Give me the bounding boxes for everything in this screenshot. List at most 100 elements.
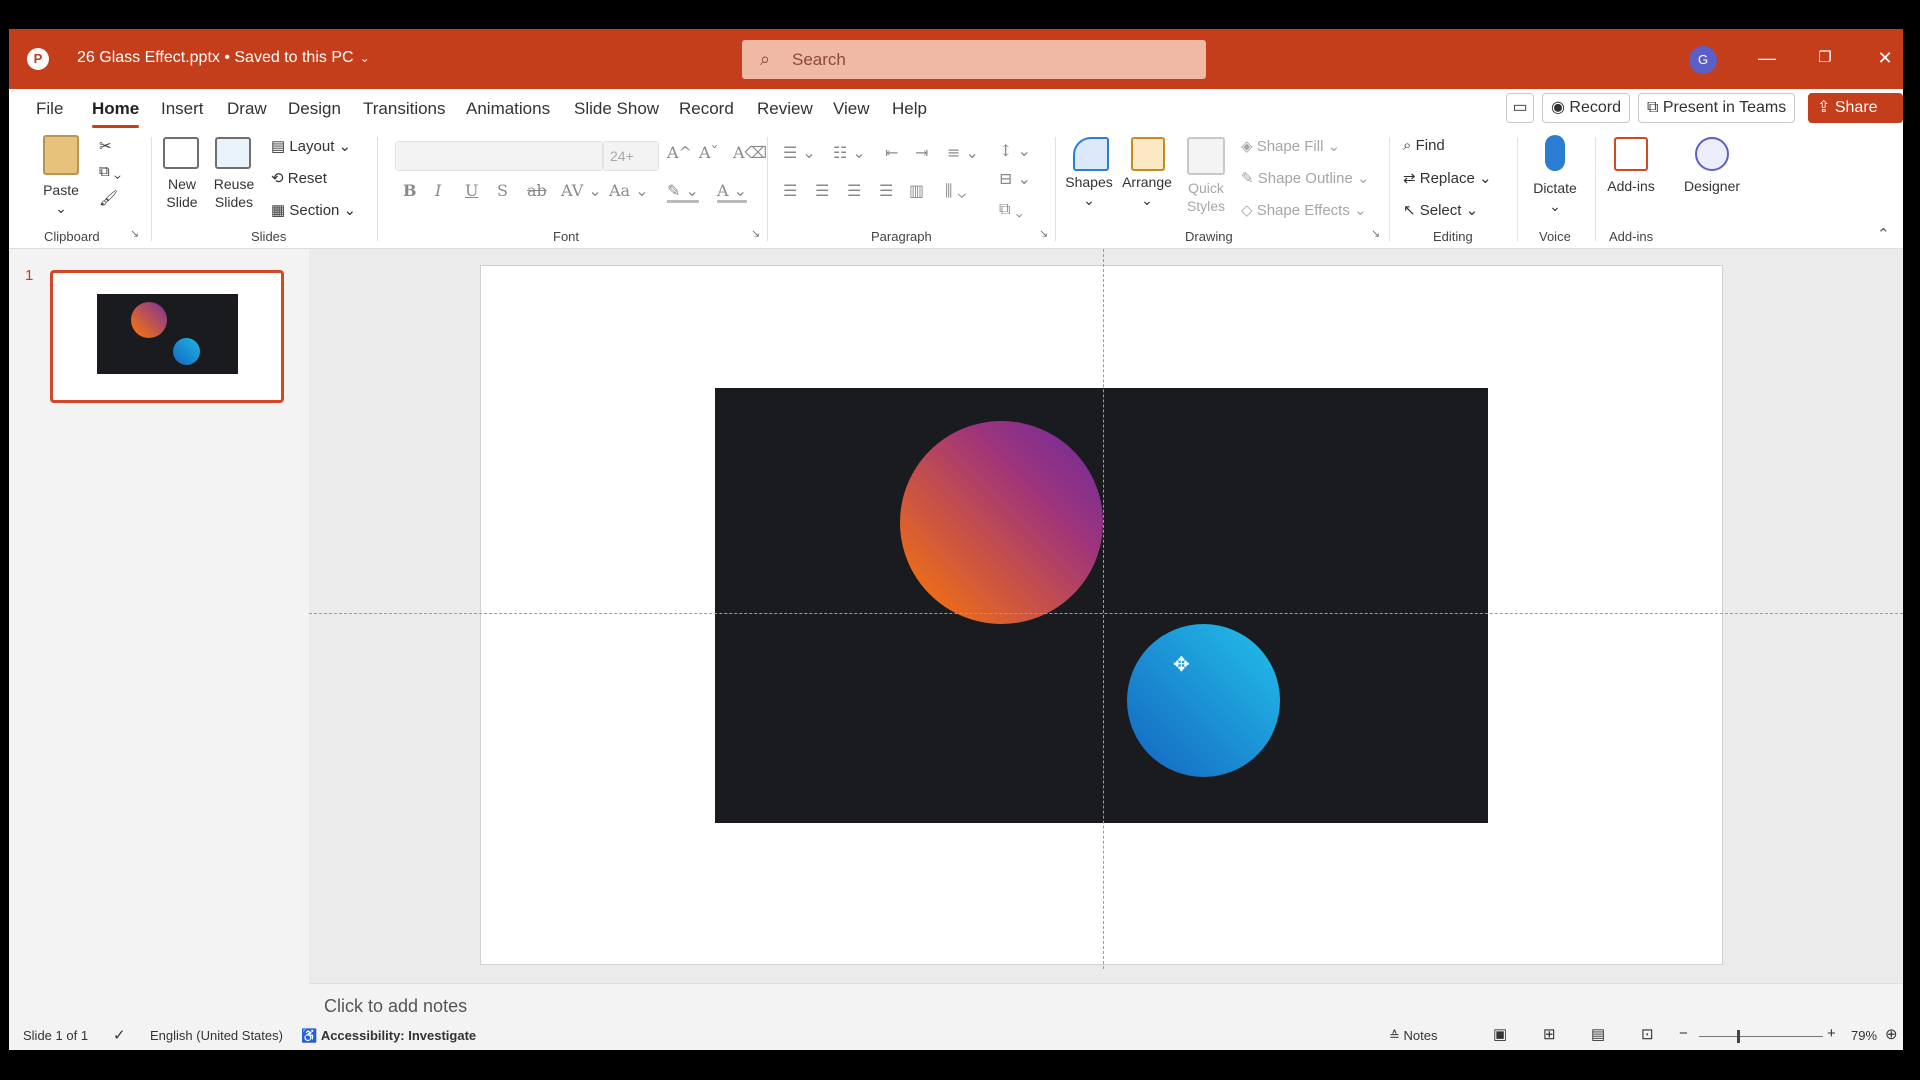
minimize-icon[interactable]: — (1747, 43, 1787, 73)
text-direction-icon[interactable]: ↕ ⌄ (999, 141, 1031, 160)
fit-to-window-icon[interactable]: ⊕ (1885, 1025, 1898, 1043)
spellcheck-icon[interactable]: ✓ (113, 1026, 126, 1044)
tab-draw[interactable]: Draw (227, 99, 267, 119)
font-launcher-icon[interactable]: ↘ (751, 227, 760, 240)
tab-animations[interactable]: Animations (466, 99, 550, 119)
arrange-button[interactable]: Arrange ⌄ (1117, 173, 1177, 209)
zoom-slider-thumb[interactable] (1737, 1030, 1740, 1043)
numbering-icon[interactable]: ☷ ⌄ (833, 143, 866, 162)
reuse-slides-button[interactable]: Reuse Slides (211, 175, 257, 211)
paste-button[interactable]: Paste ⌄ (39, 181, 83, 217)
underline-icon[interactable]: U (465, 181, 478, 200)
font-size-dropdown[interactable]: 24+ (603, 141, 659, 171)
shapes-button[interactable]: Shapes ⌄ (1063, 173, 1115, 209)
dark-background-rectangle[interactable]: ✥ (715, 388, 1488, 823)
align-right-icon[interactable]: ☰ (847, 181, 861, 200)
accessibility-status[interactable]: ♿ Accessibility: Investigate (301, 1028, 476, 1044)
paragraph-launcher-icon[interactable]: ↘ (1039, 227, 1048, 240)
section-button[interactable]: ▦ Section ⌄ (271, 201, 356, 219)
tab-insert[interactable]: Insert (161, 99, 204, 119)
zoom-out-icon[interactable]: − (1679, 1025, 1688, 1042)
shape-outline-button[interactable]: ✎ Shape Outline ⌄ (1241, 169, 1370, 187)
font-color-icon[interactable]: A ⌄ (717, 181, 748, 203)
close-icon[interactable]: ✕ (1865, 43, 1903, 73)
zoom-slider[interactable] (1699, 1036, 1823, 1037)
orange-purple-circle[interactable] (900, 421, 1103, 624)
blue-circle[interactable] (1127, 624, 1280, 777)
character-spacing-icon[interactable]: AV ⌄ (561, 181, 602, 200)
quick-styles-icon (1187, 137, 1225, 175)
slide-thumbnail-1[interactable] (50, 270, 284, 403)
tab-record[interactable]: Record (679, 99, 734, 119)
new-slide-button[interactable]: New Slide (157, 175, 207, 211)
tab-slide-show[interactable]: Slide Show (574, 99, 659, 119)
shape-fill-button[interactable]: ◈ Shape Fill ⌄ (1241, 137, 1340, 155)
dictate-button[interactable]: Dictate ⌄ (1525, 179, 1585, 215)
avatar[interactable]: G (1689, 46, 1717, 74)
zoom-level[interactable]: 79% (1851, 1028, 1877, 1043)
designer-button[interactable]: Designer (1673, 177, 1751, 195)
add-ins-button[interactable]: Add-ins (1601, 177, 1661, 195)
language-status[interactable]: English (United States) (150, 1028, 283, 1043)
slide-sorter-icon[interactable]: ⊞ (1543, 1025, 1556, 1043)
normal-view-icon[interactable]: ▣ (1493, 1025, 1507, 1043)
bullets-icon[interactable]: ☰ ⌄ (783, 143, 816, 162)
document-title[interactable]: 26 Glass Effect.pptx • Saved to this PC ⌄ (77, 49, 370, 67)
layout-button[interactable]: ▤ Layout ⌄ (271, 137, 351, 155)
present-in-teams-button[interactable]: ⧉ Present in Teams (1638, 93, 1796, 123)
cut-icon[interactable]: ✂ (99, 137, 112, 155)
tab-transitions[interactable]: Transitions (363, 99, 446, 119)
clipboard-launcher-icon[interactable]: ↘ (130, 227, 139, 240)
search-box[interactable]: ⌕ Search (742, 40, 1206, 79)
clear-formatting-icon[interactable]: A⌫ (733, 143, 767, 162)
smartart-icon[interactable]: ⧉ ⌄ (999, 199, 1023, 219)
font-size-value: 24+ (610, 148, 634, 164)
align-text-icon[interactable]: ⊟ ⌄ (999, 169, 1031, 188)
format-painter-icon[interactable]: 🖌 (99, 189, 118, 207)
record-button[interactable]: ◉ Record (1542, 93, 1630, 123)
replace-button[interactable]: ⇄ Replace ⌄ (1403, 169, 1492, 187)
notes-toggle-button[interactable]: ≙ Notes (1389, 1028, 1437, 1044)
align-center-icon[interactable]: ☰ (815, 181, 829, 200)
zoom-in-icon[interactable]: + (1827, 1025, 1836, 1042)
slide-show-icon[interactable]: ⊡ (1641, 1025, 1654, 1043)
tab-review[interactable]: Review (757, 99, 813, 119)
find-button[interactable]: ⌕ Find (1403, 137, 1445, 154)
tab-file[interactable]: File (36, 99, 63, 119)
decrease-indent-icon[interactable]: ⇤ (885, 143, 898, 162)
columns-icon[interactable]: ⫼ ⌄ (945, 181, 966, 201)
tab-help[interactable]: Help (892, 99, 927, 119)
justify-icon[interactable]: ☰ (879, 181, 893, 200)
tab-view[interactable]: View (833, 99, 870, 119)
line-spacing-icon[interactable]: ≡ ⌄ (947, 143, 979, 162)
move-cursor-icon: ✥ (1173, 654, 1190, 676)
change-case-icon[interactable]: Aa ⌄ (609, 181, 649, 200)
restore-icon[interactable]: ❐ (1805, 43, 1845, 73)
shape-effects-button[interactable]: ◇ Shape Effects ⌄ (1241, 201, 1367, 219)
highlight-color-icon[interactable]: ✎ ⌄ (667, 181, 699, 203)
align-left-icon[interactable]: ☰ (783, 181, 797, 200)
quick-styles-button[interactable]: Quick Styles (1179, 179, 1233, 215)
share-icon: ⇪ (1817, 99, 1835, 116)
strikethrough-icon[interactable]: ab (527, 181, 547, 200)
tab-design[interactable]: Design (288, 99, 341, 119)
reset-button[interactable]: ⟲ Reset (271, 169, 327, 187)
increase-indent-icon[interactable]: ⇥ (915, 143, 928, 162)
text-shadow-icon[interactable]: S (497, 181, 508, 200)
drawing-launcher-icon[interactable]: ↘ (1371, 227, 1380, 240)
bold-icon[interactable]: B (403, 181, 417, 200)
reading-view-icon[interactable]: ▤ (1591, 1025, 1605, 1043)
comments-icon[interactable]: ▭ (1506, 93, 1534, 123)
copy-icon[interactable]: ⧉ ⌄ (99, 163, 121, 180)
increase-font-icon[interactable]: A^ (667, 143, 692, 162)
share-button[interactable]: ⇪ Share ⌄ (1808, 93, 1903, 144)
select-button[interactable]: ↖ Select ⌄ (1403, 201, 1478, 219)
decrease-font-icon[interactable]: Aˇ (699, 143, 719, 162)
collapse-ribbon-icon[interactable]: ⌃ (1877, 225, 1890, 243)
distributed-icon[interactable]: ▥ (909, 181, 924, 200)
slide-canvas[interactable]: ✥ (480, 265, 1723, 965)
accessibility-icon: ♿ (301, 1028, 321, 1043)
tab-home[interactable]: Home (92, 99, 140, 128)
italic-icon[interactable]: I (435, 181, 441, 200)
font-name-dropdown[interactable] (395, 141, 603, 171)
